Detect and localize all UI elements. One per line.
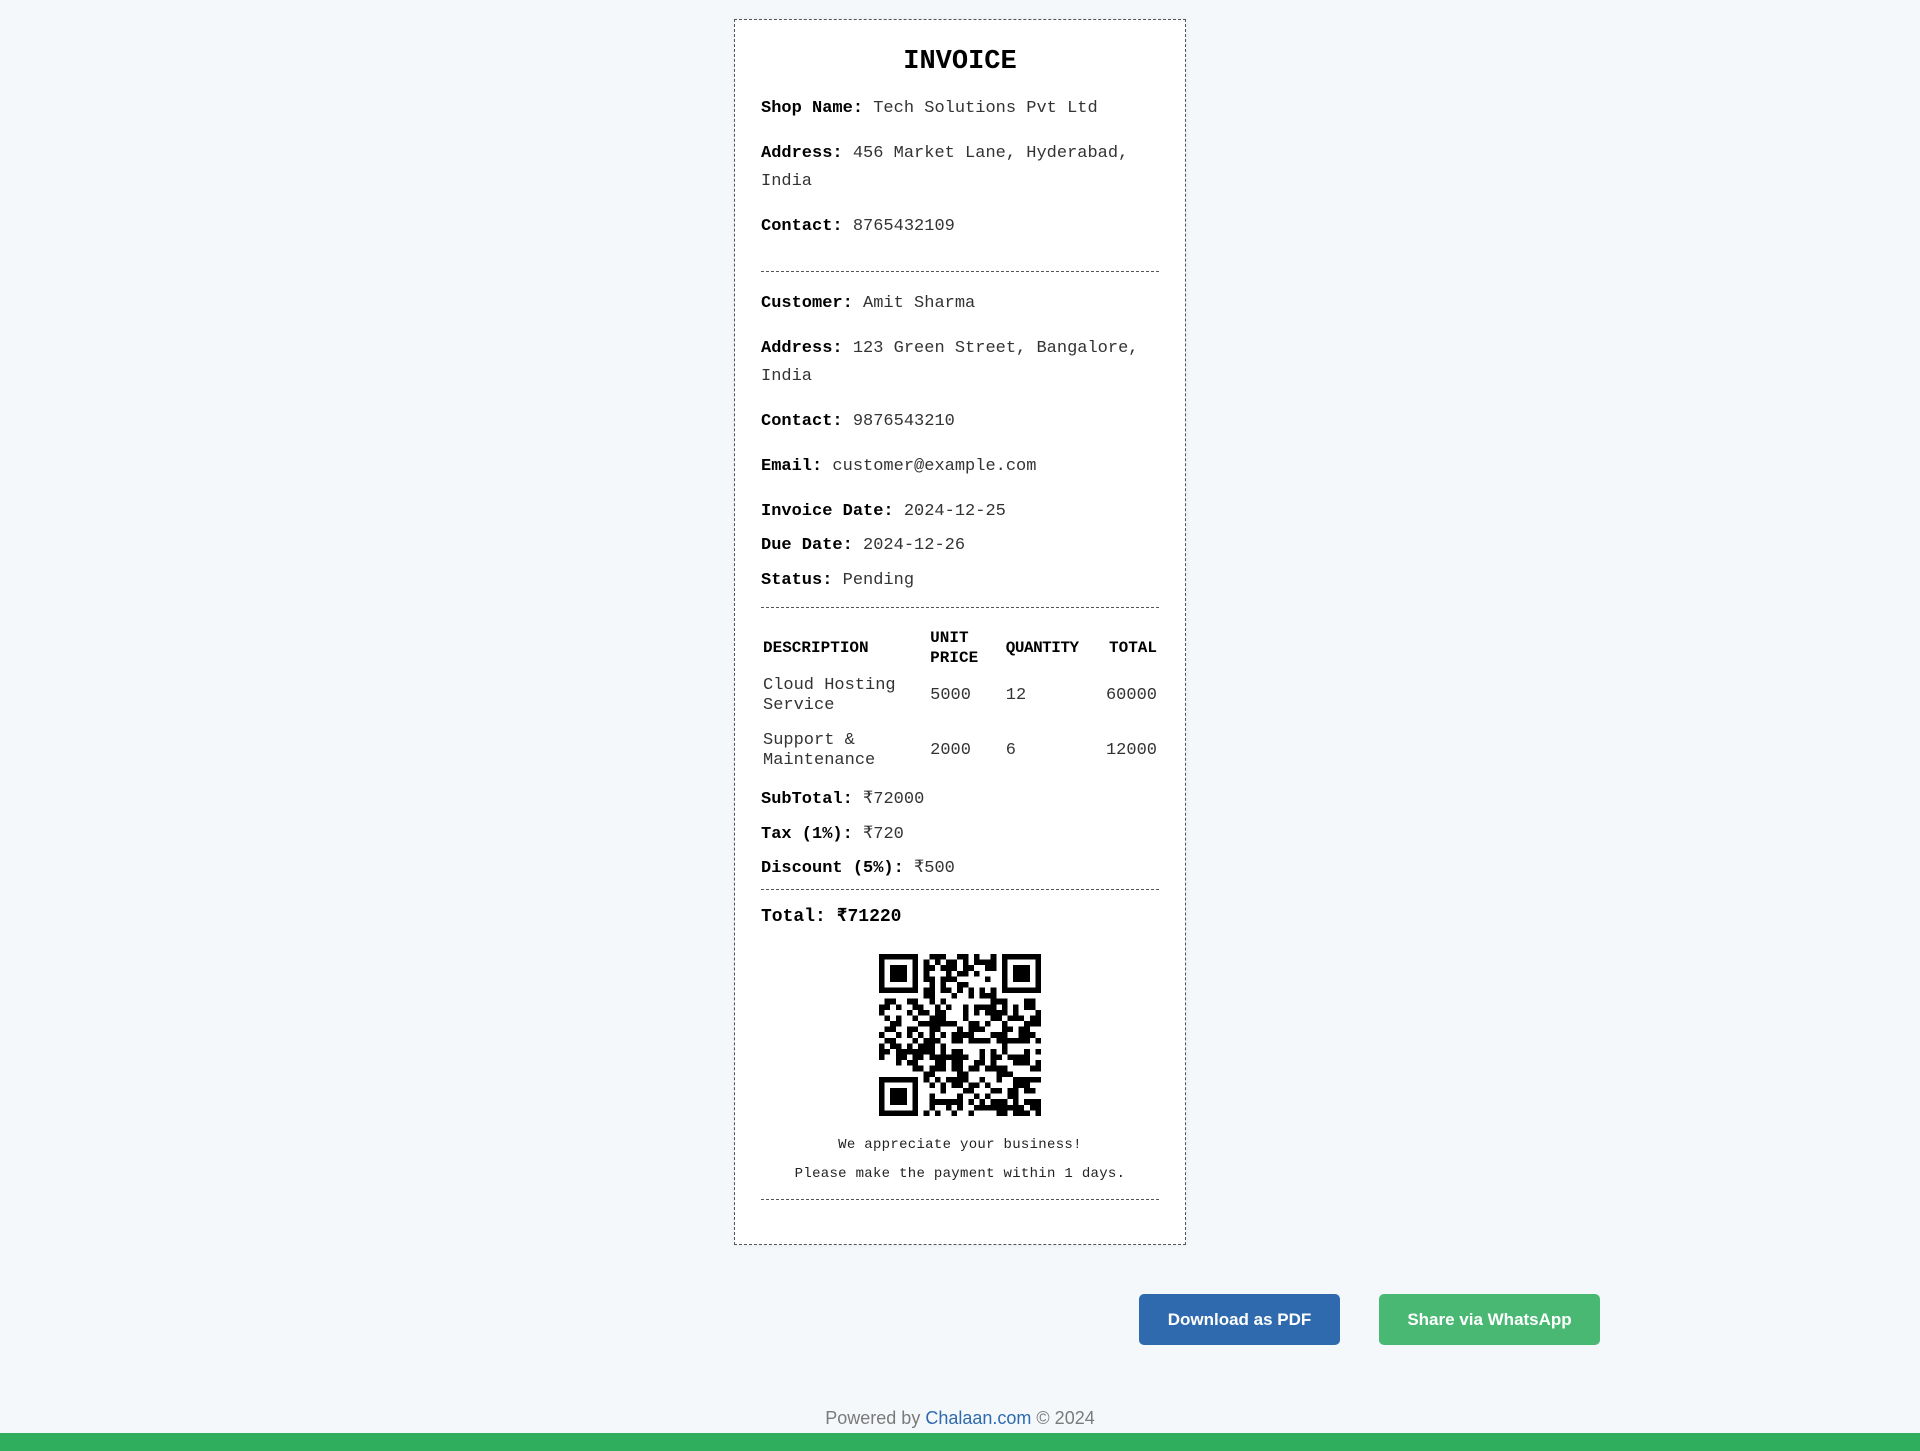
item-unit-price: 2000 bbox=[930, 740, 971, 760]
shop-name-field: Shop Name: Tech Solutions Pvt Ltd bbox=[761, 95, 1159, 123]
grand-total-line: Total: ₹71220 bbox=[761, 905, 1159, 927]
column-header-description: DESCRIPTION bbox=[763, 639, 869, 657]
customer-contact-value: 9876543210 bbox=[852, 412, 955, 431]
discount-label: Discount (5%): bbox=[761, 859, 904, 878]
grand-total-label: Total: bbox=[761, 907, 826, 927]
subtotal-label: SubTotal: bbox=[761, 790, 853, 809]
shop-address-label: Address: bbox=[761, 144, 843, 163]
due-date-label: Due Date: bbox=[761, 536, 853, 555]
invoice-date-label: Invoice Date: bbox=[761, 502, 894, 521]
tax-label: Tax (1%): bbox=[761, 825, 853, 844]
item-description: Cloud Hosting Service bbox=[761, 668, 928, 723]
download-pdf-button[interactable]: Download as PDF bbox=[1139, 1294, 1340, 1345]
divider bbox=[761, 889, 1159, 890]
unit-price-header-line1: UNIT bbox=[930, 629, 969, 647]
shop-name-value: Tech Solutions Pvt Ltd bbox=[873, 99, 1098, 118]
status-field: Status: Pending bbox=[761, 567, 1159, 595]
item-description: Support & Maintenance bbox=[761, 723, 928, 778]
item-quantity: 12 bbox=[1005, 685, 1027, 705]
table-row: Support & Maintenance 2000 6 12000 bbox=[761, 723, 1159, 778]
customer-address-field: Address: 123 Green Street, Bangalore, In… bbox=[761, 335, 1159, 391]
customer-name-value: Amit Sharma bbox=[863, 294, 976, 313]
item-unit-price: 5000 bbox=[930, 685, 971, 705]
shop-address-field: Address: 456 Market Lane, Hyderabad, Ind… bbox=[761, 140, 1159, 196]
customer-email-field: Email: customer@example.com bbox=[761, 453, 1159, 481]
status-label: Status: bbox=[761, 571, 833, 590]
item-total: 60000 bbox=[1105, 685, 1157, 705]
tax-line: Tax (1%): ₹720 bbox=[761, 823, 1159, 847]
invoice-date-value: 2024-12-25 bbox=[903, 502, 1006, 521]
status-value: Pending bbox=[842, 571, 915, 590]
due-date-value: 2024-12-26 bbox=[863, 536, 966, 555]
customer-name-label: Customer: bbox=[761, 294, 853, 313]
customer-name-field: Customer: Amit Sharma bbox=[761, 290, 1159, 318]
invoice-card: INVOICE Shop Name: Tech Solutions Pvt Lt… bbox=[734, 19, 1186, 1245]
items-table: DESCRIPTION UNIT PRICE QUANTITY TOTAL Cl… bbox=[761, 628, 1159, 778]
copyright-text: © 2024 bbox=[1036, 1408, 1095, 1428]
invoice-footer: We appreciate your business! Please make… bbox=[761, 1137, 1159, 1200]
column-header-total: TOTAL bbox=[1108, 639, 1157, 657]
divider bbox=[761, 271, 1159, 272]
customer-address-label: Address: bbox=[761, 339, 843, 358]
item-description-line: Cloud Hosting bbox=[763, 675, 896, 695]
bottom-accent-bar bbox=[0, 1433, 1920, 1451]
customer-email-label: Email: bbox=[761, 457, 823, 476]
shop-name-label: Shop Name: bbox=[761, 99, 864, 118]
share-whatsapp-button[interactable]: Share via WhatsApp bbox=[1379, 1294, 1600, 1345]
thanks-note: We appreciate your business! bbox=[838, 1137, 1082, 1153]
customer-contact-field: Contact: 9876543210 bbox=[761, 408, 1159, 436]
customer-email-value[interactable]: customer@example.com bbox=[832, 457, 1036, 476]
chalaan-link[interactable]: Chalaan.com bbox=[925, 1408, 1031, 1428]
tax-value: ₹720 bbox=[863, 825, 904, 844]
invoice-title: INVOICE bbox=[903, 47, 1017, 77]
item-quantity: 6 bbox=[1005, 740, 1016, 760]
column-header-quantity: QUANTITY bbox=[1005, 639, 1079, 657]
payment-note: Please make the payment within 1 days. bbox=[794, 1166, 1126, 1182]
shop-contact-field: Contact: 8765432109 bbox=[761, 213, 1159, 241]
unit-price-header-line2: PRICE bbox=[930, 649, 979, 667]
table-header-row: DESCRIPTION UNIT PRICE QUANTITY TOTAL bbox=[761, 628, 1159, 668]
discount-value: ₹500 bbox=[914, 859, 955, 878]
powered-by-footer: Powered by Chalaan.com © 2024 bbox=[0, 1408, 1920, 1429]
shop-contact-label: Contact: bbox=[761, 217, 843, 236]
shop-contact-value: 8765432109 bbox=[852, 217, 955, 236]
item-total: 12000 bbox=[1105, 740, 1157, 760]
item-description-line: Support & bbox=[763, 730, 855, 750]
powered-by-text: Powered by bbox=[825, 1408, 921, 1428]
customer-contact-label: Contact: bbox=[761, 412, 843, 431]
grand-total-value: ₹71220 bbox=[836, 907, 902, 927]
table-row: Cloud Hosting Service 5000 12 60000 bbox=[761, 668, 1159, 723]
divider bbox=[761, 607, 1159, 608]
subtotal-line: SubTotal: ₹72000 bbox=[761, 788, 1159, 812]
qr-code-icon bbox=[879, 954, 1041, 1116]
divider bbox=[761, 1199, 1159, 1200]
invoice-date-field: Invoice Date: 2024-12-25 bbox=[761, 498, 1159, 526]
item-description-line: Service bbox=[763, 695, 835, 715]
due-date-field: Due Date: 2024-12-26 bbox=[761, 532, 1159, 560]
column-header-unit-price: UNIT PRICE bbox=[928, 628, 1004, 668]
subtotal-value: ₹72000 bbox=[863, 790, 925, 809]
item-description-line: Maintenance bbox=[763, 750, 876, 770]
discount-line: Discount (5%): ₹500 bbox=[761, 857, 1159, 881]
